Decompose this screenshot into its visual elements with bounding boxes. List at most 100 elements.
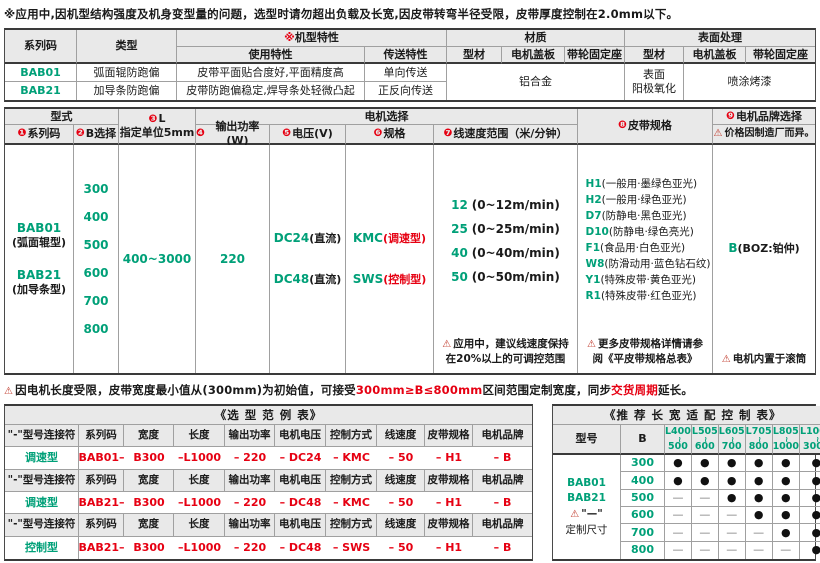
ex-value: BAB01–	[79, 447, 124, 469]
mx-mark: ●	[692, 472, 719, 489]
sel-col-speed: ❼线速度范围（米/分钟）	[434, 125, 578, 145]
ex-value: B300	[124, 492, 174, 514]
ex-value: – 220	[225, 447, 275, 469]
brand-note: ⚠电机内置于滚筒	[722, 352, 806, 374]
mx-mark: —	[746, 542, 773, 559]
mx-mark: ●	[719, 472, 746, 489]
circled-5-icon: ❺	[282, 127, 291, 140]
ex-header: 系列码	[79, 470, 124, 492]
spec-header-profile-2: 型材	[625, 47, 684, 64]
spec-series-bab21: BAB21	[5, 82, 77, 100]
ex-value: – B	[473, 537, 532, 559]
ex-header: 控制方式	[326, 514, 377, 536]
circled-9-icon: ❾	[726, 110, 735, 123]
mx-mark: ●	[800, 455, 820, 472]
ex-value: – B	[473, 492, 532, 514]
mx-mark: —	[719, 542, 746, 559]
mx-mark: ●	[773, 524, 800, 541]
example-table: 《选 型 范 例 表》 "-"型号连接符 系列码 宽度 长度 输出功率 电机电压…	[4, 404, 533, 561]
ex-header: 系列码	[79, 425, 124, 447]
spec-header-surface: 表面处理	[625, 30, 815, 47]
ex-header: 线速度	[377, 514, 425, 536]
mx-mark: ●	[719, 455, 746, 472]
mx-mark: ●	[773, 507, 800, 524]
matrix-table: 《推 荐 长 宽 适 配 控 制 表》 型号 B L400~500 L505~6…	[552, 404, 816, 561]
top-usage-note: ※应用中,因机型结构强度及机身变型量的问题，选型时请勿超出负载及长宽,因皮带转弯…	[4, 6, 816, 22]
spec-use-bab01: 皮带平面贴合度好,平面精度高	[177, 64, 365, 82]
mx-mark: ●	[800, 524, 820, 541]
spec-paint-value: 喷涂烤漆	[684, 64, 815, 100]
ex-value: – H1	[425, 447, 473, 469]
spec-header-profile-1: 型材	[447, 47, 502, 64]
range-icon: ~	[702, 436, 707, 443]
ex-header: 电机品牌	[473, 425, 532, 447]
bottom-tables: 《选 型 范 例 表》 "-"型号连接符 系列码 宽度 长度 输出功率 电机电压…	[4, 404, 816, 561]
mx-mark: ●	[800, 490, 820, 507]
circled-2-icon: ❷	[76, 127, 85, 140]
sel-col-belt: ❽皮带规格	[578, 109, 713, 145]
sel-body-speeds: 12 (0~12m/min) 25 (0~25m/min) 40 (0~40m/…	[434, 145, 578, 373]
sel-body-l-range: 400~3000	[119, 145, 196, 373]
mx-header-b: B	[621, 425, 665, 455]
ex-row-label: 调速型	[5, 447, 79, 469]
ex-value: – DC48	[275, 537, 326, 559]
mx-mark: ●	[800, 542, 820, 559]
sel-group-model: 型式	[5, 109, 119, 125]
mx-mark: ●	[746, 455, 773, 472]
ex-value: – 50	[377, 492, 425, 514]
mx-mark: ●	[773, 490, 800, 507]
spec-header-series: 系列码	[5, 30, 77, 64]
circled-3-icon: ❸	[149, 113, 158, 125]
mx-mark: —	[746, 524, 773, 541]
spec-type-bab21: 加导条防跑偏	[77, 82, 177, 100]
range-icon: ~	[729, 436, 734, 443]
spec-surface-value: 表面 阳极氧化	[625, 64, 684, 100]
ex-header: 皮带规格	[425, 514, 473, 536]
sel-col-brand: ❾电机品牌选择	[713, 109, 815, 125]
ex-value: –L1000	[174, 492, 225, 514]
mx-b: 700	[621, 524, 665, 541]
width-limit-note: ⚠因电机长度受限，皮带宽度最小值从(300mm)为初始值，可接受300mm≥B≤…	[4, 382, 816, 398]
mx-b: 600	[621, 507, 665, 524]
ex-header: 输出功率	[225, 470, 275, 492]
mx-mark: ●	[746, 490, 773, 507]
brand-value: B(BOZ:铂仲)	[728, 145, 799, 352]
ex-value: – H1	[425, 492, 473, 514]
ex-header: 电机品牌	[473, 470, 532, 492]
mx-mark: —	[692, 490, 719, 507]
mx-header-l6: L1005~3000	[800, 425, 820, 455]
spec-header-pulley-2: 带轮固定座	[746, 47, 815, 64]
mx-mark: ●	[665, 472, 692, 489]
warning-icon: ⚠	[722, 354, 731, 365]
ex-header: 电机电压	[275, 470, 326, 492]
mx-mark: ●	[800, 507, 820, 524]
mx-mark: ●	[665, 455, 692, 472]
mx-mark: —	[719, 524, 746, 541]
ex-value: – H1	[425, 537, 473, 559]
spec-header-feature: ※机型特性	[177, 30, 447, 47]
sel-col-spec: ❻规格	[346, 125, 434, 145]
spec-header-cover-2: 电机盖板	[684, 47, 746, 64]
ex-header: 线速度	[377, 425, 425, 447]
ex-header: "-"型号连接符	[5, 425, 79, 447]
spec-use-bab21: 皮带防跑偏稳定,焊导条处轻微凸起	[177, 82, 365, 100]
ex-value: – DC24	[275, 447, 326, 469]
matrix-table-title: 《推 荐 长 宽 适 配 控 制 表》	[553, 406, 820, 425]
mx-model-cell: BAB01 BAB21 ⚠"—" 定制尺寸	[553, 455, 621, 559]
ex-value: – KMC	[326, 492, 377, 514]
sel-col-voltage: ❺电压(V)	[270, 125, 346, 145]
spec-type-bab01: 弧面辊防跑偏	[77, 64, 177, 82]
ex-row-label: 控制型	[5, 537, 79, 559]
ex-header: 电机电压	[275, 425, 326, 447]
spec-transfer-bab21: 正反向传送	[365, 82, 447, 100]
circled-6-icon: ❻	[374, 127, 383, 140]
mx-mark: —	[692, 524, 719, 541]
ex-value: – SWS	[326, 537, 377, 559]
ex-value: – 220	[225, 537, 275, 559]
ex-value: – DC48	[275, 492, 326, 514]
sel-col-b: ❷B选择	[74, 125, 119, 145]
ex-header: 长度	[174, 514, 225, 536]
ex-value: B300	[124, 537, 174, 559]
warning-icon: ⚠	[442, 339, 451, 350]
sel-body-voltages: DC24(直流) DC48(直流)	[270, 145, 346, 373]
